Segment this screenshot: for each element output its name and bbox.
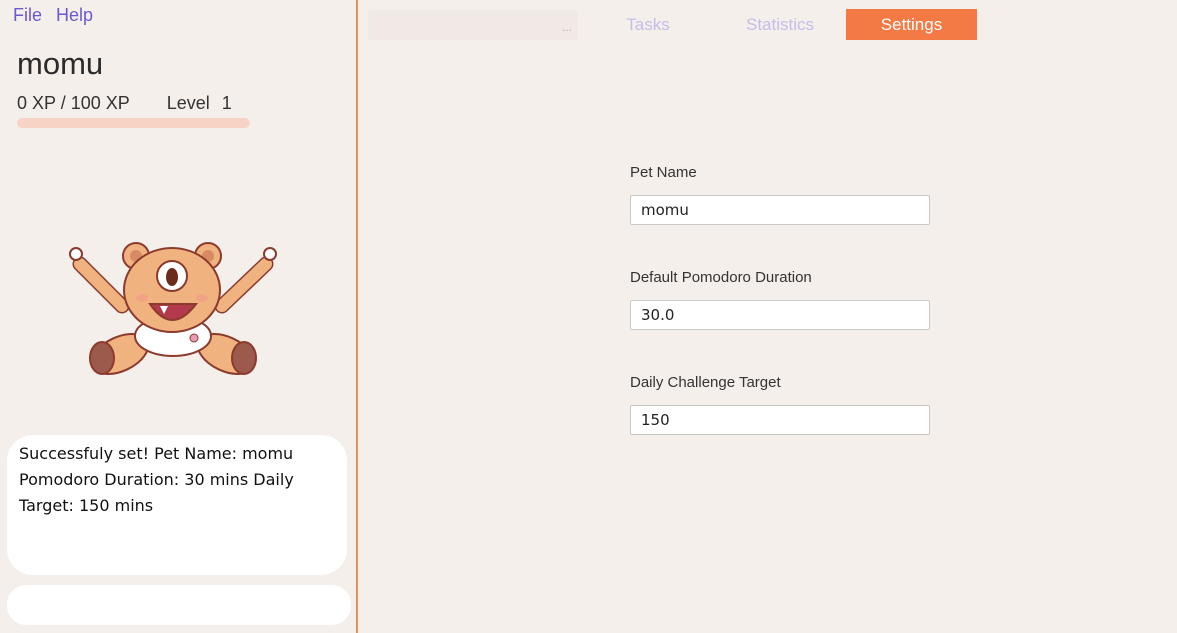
menu-file[interactable]: File <box>13 5 42 25</box>
settings-form: Pet Name Default Pomodoro Duration Daily… <box>630 163 930 478</box>
panel-divider <box>356 0 358 633</box>
pet-mascot-image <box>69 242 277 375</box>
search-placeholder: ... <box>561 20 572 34</box>
menu-help[interactable]: Help <box>56 5 93 25</box>
result-message-box: Successfuly set! Pet Name: momu Pomodoro… <box>7 435 347 575</box>
tab-tasks[interactable]: Tasks <box>600 9 696 40</box>
pomodoro-duration-input[interactable] <box>630 300 930 330</box>
xp-level-row: 0 XP / 100 XP Level 1 <box>17 93 232 114</box>
pet-name-label: Pet Name <box>630 164 697 181</box>
command-input[interactable] <box>7 585 351 625</box>
menu-bar: File Help <box>13 5 107 26</box>
xp-progress-bar <box>17 118 250 128</box>
left-panel: File Help momu 0 XP / 100 XP Level 1 Suc… <box>0 0 356 633</box>
pet-name-title: momu <box>17 46 104 81</box>
daily-target-label: Daily Challenge Target <box>630 374 781 391</box>
pomodoro-duration-label: Default Pomodoro Duration <box>630 269 812 286</box>
daily-target-input[interactable] <box>630 405 930 435</box>
level-value: 1 <box>221 93 232 113</box>
tab-settings[interactable]: Settings <box>846 9 977 40</box>
xp-text: 0 XP / 100 XP <box>17 93 130 113</box>
search-field[interactable]: ... <box>368 10 578 40</box>
tab-statistics[interactable]: Statistics <box>723 9 837 40</box>
level-label: Level <box>166 93 210 113</box>
pet-name-input[interactable] <box>630 195 930 225</box>
